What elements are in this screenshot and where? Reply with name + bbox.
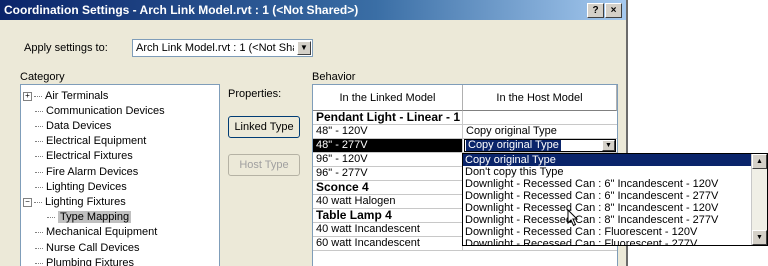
dropdown-option[interactable]: Downlight - Recessed Can : Fluorescent -… (463, 226, 755, 238)
host-type-cell-dropdown[interactable]: Copy original Type ▼ (464, 139, 616, 152)
window-title: Coordination Settings - Arch Link Model.… (4, 3, 359, 17)
dropdown-scrollbar[interactable]: ▲ ▼ (751, 154, 767, 245)
category-label: Category (20, 71, 65, 83)
host-type-dropdown-list[interactable]: Copy original Type Don't copy this Type … (462, 153, 768, 246)
linked-type-button[interactable]: Linked Type (228, 116, 300, 138)
dropdown-option-selected[interactable]: Copy original Type (463, 154, 755, 166)
tree-item-data-devices[interactable]: Data Devices (35, 119, 111, 133)
column-header-linked[interactable]: In the Linked Model (313, 85, 463, 111)
dropdown-arrow-icon[interactable]: ▼ (602, 140, 615, 151)
column-header-host[interactable]: In the Host Model (463, 85, 617, 111)
tree-item-lighting-devices[interactable]: Lighting Devices (35, 180, 127, 194)
tree-connector (35, 262, 43, 264)
behavior-label: Behavior (312, 71, 356, 83)
tree-connector (35, 171, 43, 173)
table-row[interactable]: 48" - 120V Copy original Type (313, 125, 617, 139)
tree-connector (34, 95, 42, 97)
tree-connector (35, 140, 43, 142)
tree-item-type-mapping[interactable]: Type Mapping (47, 210, 132, 224)
dropdown-arrow-icon[interactable]: ▼ (297, 41, 311, 55)
tree-item-communication-devices[interactable]: Communication Devices (35, 104, 165, 118)
tree-connector (47, 216, 55, 218)
dropdown-option[interactable]: Downlight - Recessed Can : 6" Incandesce… (463, 190, 755, 202)
mouse-cursor-icon (567, 209, 579, 227)
host-type-button[interactable]: Host Type (228, 154, 300, 176)
scroll-down-icon[interactable]: ▼ (752, 230, 767, 245)
expand-icon[interactable]: + (23, 91, 32, 101)
dropdown-option[interactable]: Downlight - Recessed Can : Fluorescent -… (463, 238, 755, 245)
tree-item-electrical-fixtures[interactable]: Electrical Fixtures (35, 149, 133, 163)
title-bar: Coordination Settings - Arch Link Model.… (0, 0, 626, 20)
host-type-selected-value: Copy original Type (466, 139, 561, 151)
dropdown-option[interactable]: Downlight - Recessed Can : 8" Incandesce… (463, 214, 755, 226)
tree-connector (34, 201, 42, 203)
help-button[interactable]: ? (587, 3, 604, 18)
tree-connector (35, 186, 43, 188)
category-tree[interactable]: + Air Terminals Communication Devices Dat… (20, 84, 220, 266)
tree-item-lighting-fixtures[interactable]: − Lighting Fixtures (23, 195, 126, 209)
tree-connector (35, 125, 43, 127)
tree-item-plumbing-fixtures[interactable]: Plumbing Fixtures (35, 256, 134, 266)
collapse-icon[interactable]: − (23, 197, 32, 207)
tree-item-mechanical-equipment[interactable]: Mechanical Equipment (35, 225, 157, 239)
close-button[interactable]: × (605, 3, 622, 18)
dropdown-option[interactable]: Downlight - Recessed Can : 8" Incandesce… (463, 202, 755, 214)
tree-connector (35, 247, 43, 249)
properties-label: Properties: (228, 88, 282, 100)
tree-item-air-terminals[interactable]: + Air Terminals (23, 89, 108, 103)
tree-item-nurse-call-devices[interactable]: Nurse Call Devices (35, 241, 140, 255)
scroll-up-icon[interactable]: ▲ (752, 154, 767, 169)
table-row-selected[interactable]: 48" - 277V Copy original Type ▼ (313, 139, 617, 153)
apply-settings-dropdown[interactable]: Arch Link Model.rvt : 1 (<Not Shared ▼ (132, 39, 313, 57)
dropdown-option[interactable]: Downlight - Recessed Can : 6" Incandesce… (463, 178, 755, 190)
tree-connector (35, 231, 43, 233)
tree-item-fire-alarm-devices[interactable]: Fire Alarm Devices (35, 165, 138, 179)
apply-settings-value: Arch Link Model.rvt : 1 (<Not Shared (136, 42, 294, 54)
dropdown-option[interactable]: Don't copy this Type (463, 166, 755, 178)
table-row[interactable]: Pendant Light - Linear - 1 L (313, 111, 617, 125)
apply-settings-label: Apply settings to: (24, 42, 108, 54)
tree-connector (35, 110, 43, 112)
tree-item-electrical-equipment[interactable]: Electrical Equipment (35, 134, 146, 148)
tree-connector (35, 155, 43, 157)
